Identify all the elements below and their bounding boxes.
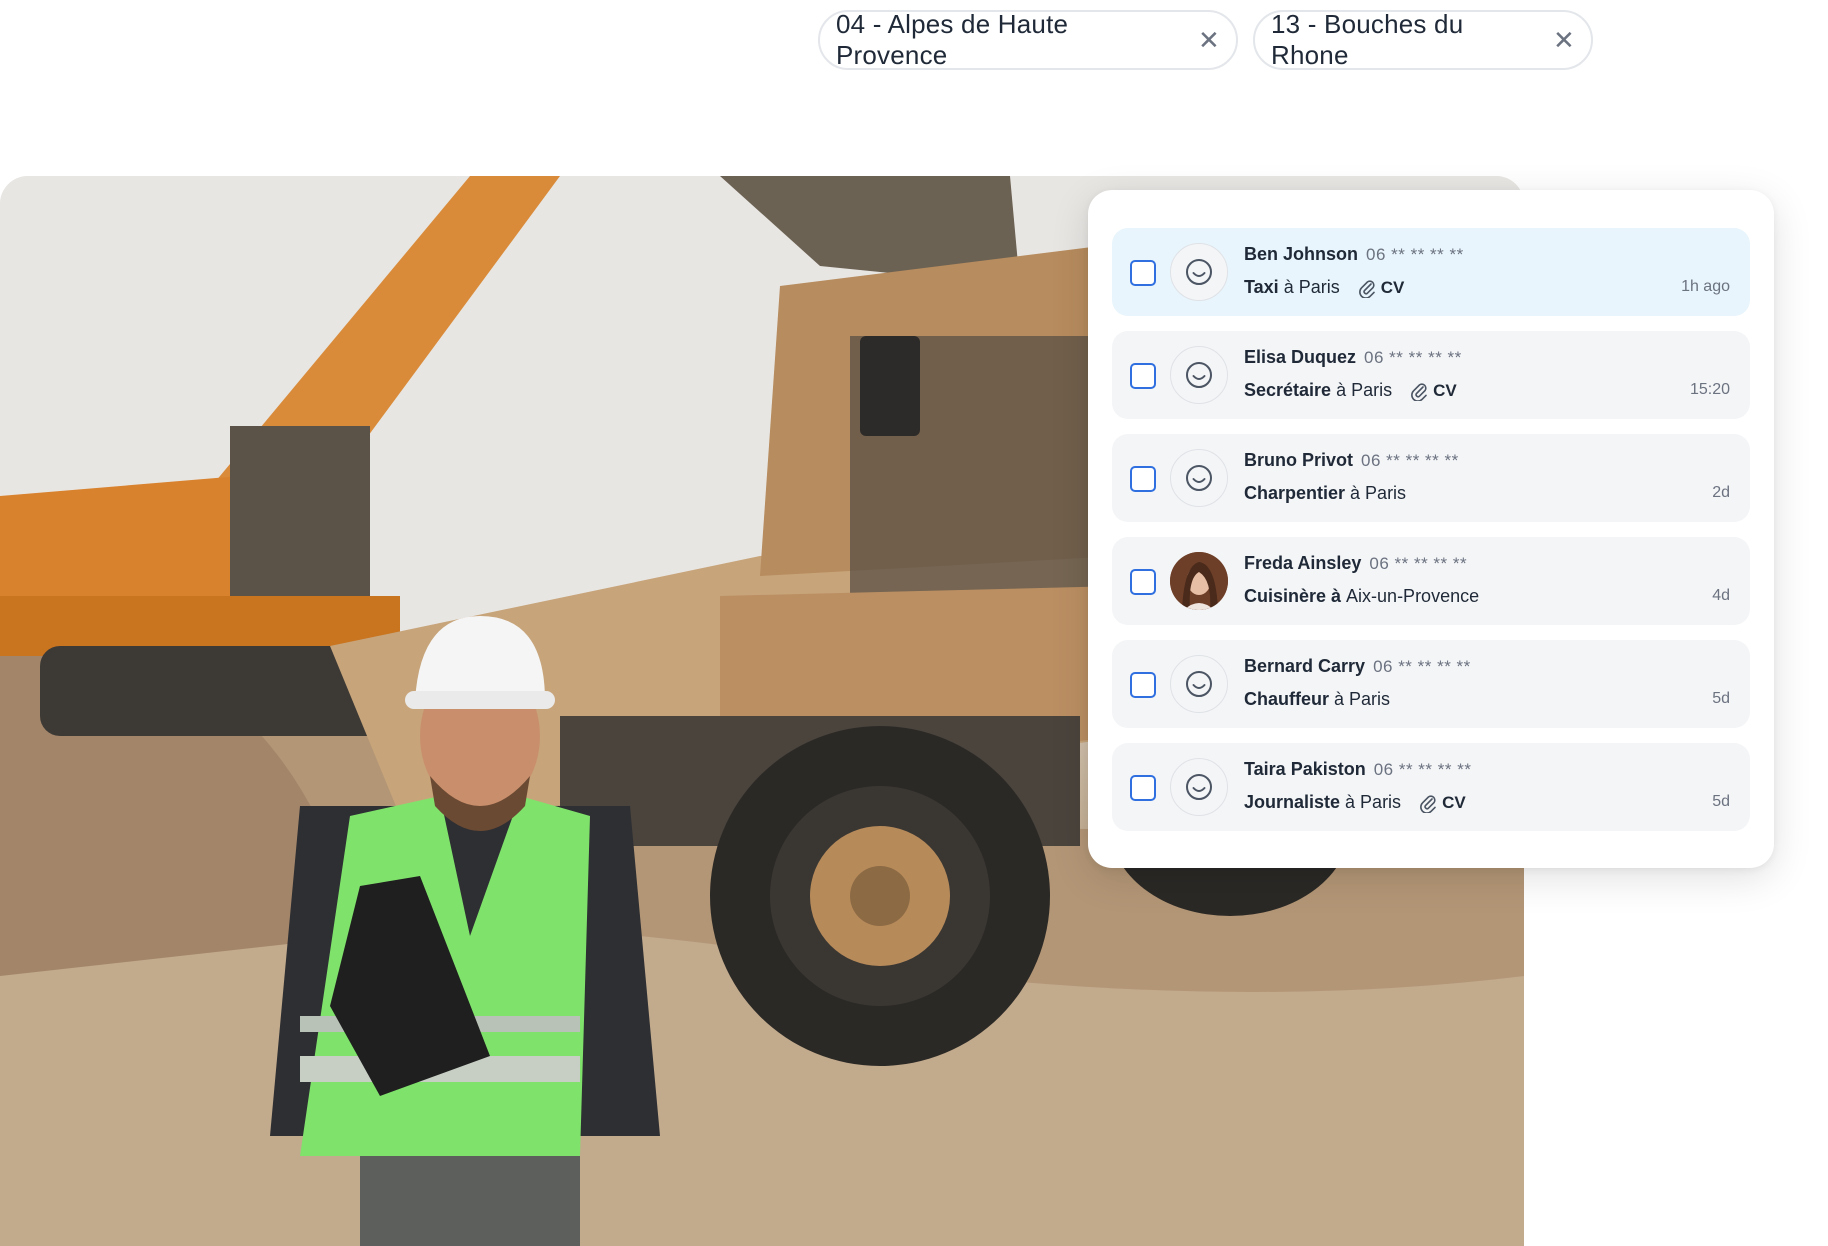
preposition: à <box>1283 277 1294 297</box>
paperclip-icon <box>1420 794 1436 813</box>
candidate-job: Taxi <box>1244 277 1279 297</box>
candidate-job: Charpentier <box>1244 483 1346 503</box>
smiley-icon <box>1170 449 1228 507</box>
cv-attachment[interactable]: CV <box>1419 793 1466 813</box>
candidate-job: Journaliste <box>1244 792 1341 812</box>
candidate-city: Paris <box>1360 792 1402 812</box>
candidate-name: Bruno Privot <box>1244 450 1354 470</box>
preposition: à <box>1345 792 1356 812</box>
select-checkbox[interactable] <box>1130 672 1156 698</box>
candidate-city: Paris <box>1351 380 1393 400</box>
candidate-time: 2d <box>1712 484 1730 501</box>
candidate-name: Elisa Duquez <box>1244 347 1357 367</box>
select-checkbox[interactable] <box>1130 363 1156 389</box>
candidate-name: Bernard Carry <box>1244 656 1366 676</box>
candidate-row[interactable]: Freda Ainsley 06 ** ** ** ** Cuisinère à Ai… <box>1112 537 1750 625</box>
candidate-time: 5d <box>1712 793 1730 810</box>
candidate-city: Paris <box>1365 483 1407 503</box>
candidate-phone: 06 ** ** ** ** <box>1373 760 1472 779</box>
candidate-phone: 06 ** ** ** ** <box>1373 657 1471 676</box>
candidate-job: Cuisinère <box>1244 586 1327 606</box>
candidate-time: 4d <box>1712 587 1730 604</box>
candidate-phone: 06 ** ** ** ** <box>1369 554 1468 573</box>
filter-chip-label: 04 - Alpes de Haute Provence <box>836 9 1069 70</box>
candidate-city: Paris <box>1349 689 1391 709</box>
preposition: à <box>1334 689 1345 709</box>
cv-label: CV <box>1380 277 1405 297</box>
candidate-time: 5d <box>1712 690 1730 707</box>
candidate-time: 15:20 <box>1689 381 1730 398</box>
candidate-phone: 06 ** ** ** ** <box>1366 245 1464 264</box>
smiley-icon <box>1170 243 1228 301</box>
candidate-job: Secrétaire <box>1244 380 1332 400</box>
filter-chip-04[interactable]: 04 - Alpes de Haute Provence ✕ <box>818 9 1238 70</box>
paperclip-icon <box>1411 382 1427 401</box>
select-checkbox[interactable] <box>1130 260 1156 286</box>
candidate-time: 1h ago <box>1681 278 1730 295</box>
candidate-name: Freda Ainsley <box>1244 553 1362 573</box>
close-icon[interactable]: ✕ <box>1553 27 1575 53</box>
preposition: à <box>1350 483 1361 503</box>
smiley-icon <box>1170 655 1228 713</box>
candidate-row[interactable]: Bernard Carry 06 ** ** ** ** Chauffeur à Pa… <box>1112 640 1750 728</box>
candidate-row[interactable]: Elisa Duquez 06 ** ** ** ** Secrétaire à Pa… <box>1112 331 1750 419</box>
candidate-name: Taira Pakiston <box>1244 759 1366 779</box>
cv-label: CV <box>1442 792 1466 812</box>
smiley-icon <box>1170 346 1228 404</box>
preposition: à <box>1336 380 1347 400</box>
cv-label: CV <box>1433 380 1457 400</box>
candidate-phone: 06 ** ** ** ** <box>1364 348 1462 367</box>
close-icon[interactable]: ✕ <box>1198 27 1220 53</box>
paperclip-icon <box>1358 279 1375 298</box>
profile-photo <box>1170 552 1228 610</box>
preposition: à <box>1331 586 1342 606</box>
candidate-city: Aix-un-Provence <box>1346 586 1480 606</box>
filter-chip-13[interactable]: 13 - Bouches du Rhone ✕ <box>1253 9 1593 70</box>
candidate-list-card: Ben Johnson 06 ** ** ** ** Taxi à Paris CV … <box>1088 190 1774 868</box>
filter-chips: 04 - Alpes de Haute Provence ✕ 13 - Bouc… <box>0 9 1828 74</box>
filter-chip-label: 13 - Bouches du Rhone <box>1271 9 1464 70</box>
candidate-city: Paris <box>1298 277 1340 297</box>
candidate-row[interactable]: Taira Pakiston 06 ** ** ** ** Journaliste… <box>1112 743 1750 831</box>
cv-attachment[interactable]: CV <box>1410 381 1457 401</box>
candidate-name: Ben Johnson <box>1244 244 1359 264</box>
smiley-icon <box>1170 758 1228 816</box>
select-checkbox[interactable] <box>1130 466 1156 492</box>
cv-attachment[interactable]: CV <box>1358 277 1405 298</box>
select-checkbox[interactable] <box>1130 569 1156 595</box>
candidate-job: Chauffeur <box>1244 689 1329 709</box>
candidate-row[interactable]: Bruno Privot 06 ** ** ** ** Charpentier à P… <box>1112 434 1750 522</box>
candidate-row[interactable]: Ben Johnson 06 ** ** ** ** Taxi à Paris CV … <box>1112 228 1750 316</box>
candidate-phone: 06 ** ** ** ** <box>1361 451 1459 470</box>
select-checkbox[interactable] <box>1130 775 1156 801</box>
